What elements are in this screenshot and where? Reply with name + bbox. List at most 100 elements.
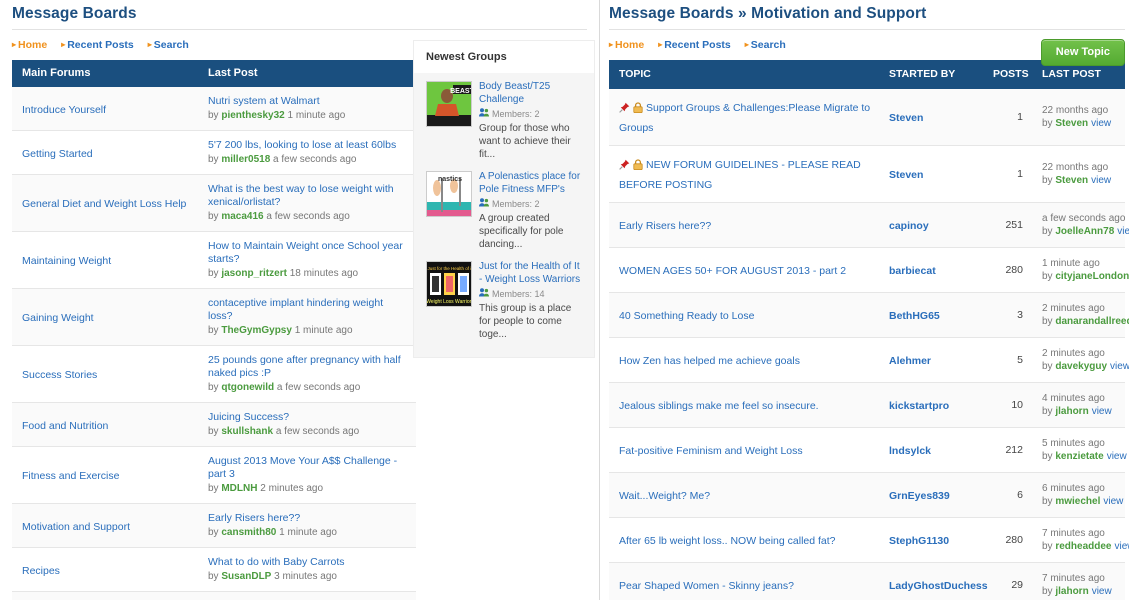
topic-row[interactable]: Wait...Weight? Me? GrnEyes839 6 6 minutes a… — [609, 472, 1125, 518]
topic-starter-link[interactable]: StephG1130 — [889, 535, 949, 547]
last-post-author-link[interactable]: danarandallreed — [1055, 316, 1129, 327]
last-post-title-link[interactable]: How to Maintain Weight once School year … — [208, 240, 406, 266]
last-post-author-link[interactable]: Steven — [1055, 175, 1088, 186]
right-nav-link-search[interactable]: ▸ Search — [745, 39, 786, 51]
forum-row[interactable]: Getting Started 5'7 200 lbs, looking to l… — [12, 130, 416, 175]
view-link[interactable]: view — [1092, 406, 1112, 417]
topic-title-link[interactable]: After 65 lb weight loss.. NOW being call… — [619, 535, 836, 547]
topic-title-link[interactable]: Early Risers here?? — [619, 220, 711, 232]
view-link[interactable]: view — [1092, 586, 1112, 597]
last-post-author-link[interactable]: qtgonewild — [221, 382, 274, 393]
group-title-link[interactable]: Just for the Health of It - Weight Loss … — [479, 261, 584, 286]
forum-row[interactable]: Success Stories 25 pounds gone after preg… — [12, 345, 416, 403]
last-post-title-link[interactable]: Nutri system at Walmart — [208, 95, 406, 108]
last-post-title-link[interactable]: 25 pounds gone after pregnancy with half… — [208, 354, 406, 380]
forum-row[interactable]: Food and Nutrition Juicing Success? by sku… — [12, 402, 416, 447]
forum-link[interactable]: Recipes — [22, 565, 60, 577]
last-post-author-link[interactable]: pienthesky32 — [221, 110, 284, 121]
topic-row[interactable]: 40 Something Ready to Lose BethHG65 3 2 min… — [609, 292, 1129, 338]
forum-row[interactable]: Introduce Yourself Nutri system at Walmar… — [12, 87, 416, 131]
last-post-author-link[interactable]: cityjaneLondon — [1055, 271, 1129, 282]
forum-row[interactable]: Motivation and Support Early Risers here?… — [12, 503, 416, 548]
last-post-author-link[interactable]: TheGymGypsy — [221, 325, 292, 336]
topic-starter-link[interactable]: Alehmer — [889, 355, 931, 367]
forum-row[interactable]: Fitness and Exercise August 2013 Move You… — [12, 446, 416, 504]
forum-row[interactable]: General Diet and Weight Loss Help What is… — [12, 174, 416, 232]
forum-row[interactable]: Chit-Chat, Fun, and GamesAt the risk of … — [12, 591, 416, 600]
topic-title-link[interactable]: Support Groups & Challenges:Please Migra… — [619, 102, 870, 134]
topic-starter-link[interactable]: Steven — [889, 169, 923, 181]
topic-starter-link[interactable]: BethHG65 — [889, 310, 940, 322]
forum-link[interactable]: Food and Nutrition — [22, 420, 108, 432]
last-post-author-link[interactable]: SusanDLP — [221, 571, 271, 582]
forum-link[interactable]: Fitness and Exercise — [22, 470, 119, 482]
view-link[interactable]: view — [1103, 496, 1123, 507]
last-post-author-link[interactable]: Steven — [1055, 118, 1088, 129]
forum-link[interactable]: Gaining Weight — [22, 312, 94, 324]
new-topic-button[interactable]: New Topic — [1040, 39, 1125, 66]
group-list-item[interactable]: nastics A Polenastics place for Pole Fitn… — [414, 167, 594, 257]
topic-title-link[interactable]: Jealous siblings make me feel so insecur… — [619, 400, 819, 412]
topic-row[interactable]: Pear Shaped Women - Skinny jeans? LadyGho… — [609, 562, 1125, 600]
topic-title-link[interactable]: Fat-positive Feminism and Weight Loss — [619, 445, 803, 457]
nav-link-recent-posts[interactable]: ▸ Recent Posts — [61, 39, 134, 51]
forum-link[interactable]: Introduce Yourself — [22, 104, 106, 116]
topic-row[interactable]: WOMEN AGES 50+ FOR AUGUST 2013 - part 2 b… — [609, 247, 1129, 293]
last-post-title-link[interactable]: contaceptive implant hindering weight lo… — [208, 297, 406, 323]
topic-row[interactable]: Early Risers here?? capinoy 251 a few secon… — [609, 202, 1129, 248]
view-link[interactable]: view — [1107, 451, 1127, 462]
last-post-title-link[interactable]: August 2013 Move Your A$$ Challenge - pa… — [208, 455, 406, 481]
last-post-author-link[interactable]: davekyguy — [1055, 361, 1107, 372]
group-list-item[interactable]: Just for the Health of it Weight Loss War… — [414, 257, 594, 347]
topic-row[interactable]: Support Groups & Challenges:Please Migra… — [609, 89, 1125, 146]
view-link[interactable]: view — [1091, 175, 1111, 186]
last-post-title-link[interactable]: Juicing Success? — [208, 411, 406, 424]
group-list-item[interactable]: BEAST Body Beast/T25 Challenge Members: 2 G… — [414, 77, 594, 167]
group-thumbnail-image[interactable]: nastics — [426, 171, 472, 217]
forum-row[interactable]: Gaining Weight contaceptive implant hinde… — [12, 288, 416, 346]
topic-row[interactable]: NEW FORUM GUIDELINES - PLEASE READ BEFOR… — [609, 145, 1125, 203]
nav-link-home[interactable]: ▸ Home — [12, 39, 47, 51]
last-post-author-link[interactable]: JoelleAnn78 — [1055, 226, 1114, 237]
forum-link[interactable]: Getting Started — [22, 148, 93, 160]
forum-link[interactable]: Maintaining Weight — [22, 255, 111, 267]
topic-starter-link[interactable]: barbiecat — [889, 265, 936, 277]
last-post-author-link[interactable]: cansmith80 — [221, 527, 276, 538]
view-link[interactable]: view — [1110, 361, 1129, 372]
last-post-author-link[interactable]: redheaddee — [1055, 541, 1111, 552]
group-thumbnail-image[interactable]: Just for the Health of it Weight Loss War… — [426, 261, 472, 307]
last-post-author-link[interactable]: kenzietate — [1055, 451, 1103, 462]
forum-link[interactable]: Motivation and Support — [22, 521, 130, 533]
topic-title-link[interactable]: NEW FORUM GUIDELINES - PLEASE READ BEFOR… — [619, 159, 861, 191]
topic-title-link[interactable]: 40 Something Ready to Lose — [619, 310, 754, 322]
topic-starter-link[interactable]: GrnEyes839 — [889, 490, 950, 502]
topic-title-link[interactable]: Pear Shaped Women - Skinny jeans? — [619, 580, 794, 592]
last-post-author-link[interactable]: jlahorn — [1055, 586, 1088, 597]
last-post-title-link[interactable]: What is the best way to lose weight with… — [208, 183, 406, 209]
group-title-link[interactable]: Body Beast/T25 Challenge — [479, 81, 584, 106]
topic-starter-link[interactable]: lndsylck — [889, 445, 931, 457]
view-link[interactable]: view — [1117, 226, 1129, 237]
last-post-title-link[interactable]: What to do with Baby Carrots — [208, 556, 406, 569]
topic-starter-link[interactable]: Steven — [889, 112, 923, 124]
last-post-author-link[interactable]: MDLNH — [221, 483, 257, 494]
last-post-author-link[interactable]: maca416 — [221, 211, 263, 222]
last-post-title-link[interactable]: 5'7 200 lbs, looking to lose at least 60… — [208, 139, 406, 152]
topic-title-link[interactable]: WOMEN AGES 50+ FOR AUGUST 2013 - part 2 — [619, 265, 846, 277]
topic-starter-link[interactable]: capinoy — [889, 220, 929, 232]
last-post-author-link[interactable]: skullshank — [221, 426, 273, 437]
nav-link-search[interactable]: ▸ Search — [148, 39, 189, 51]
group-thumbnail-image[interactable]: BEAST — [426, 81, 472, 127]
forum-row[interactable]: Recipes What to do with Baby Carrots by Su… — [12, 547, 416, 592]
last-post-author-link[interactable]: miller0518 — [221, 154, 270, 165]
last-post-author-link[interactable]: mwiechel — [1055, 496, 1100, 507]
last-post-title-link[interactable]: Early Risers here?? — [208, 512, 406, 525]
last-post-author-link[interactable]: jlahorn — [1055, 406, 1088, 417]
forum-link[interactable]: Success Stories — [22, 369, 97, 381]
topic-row[interactable]: Fat-positive Feminism and Weight Loss lnd… — [609, 427, 1127, 473]
topic-starter-link[interactable]: LadyGhostDuchess — [889, 580, 988, 592]
view-link[interactable]: view — [1091, 118, 1111, 129]
last-post-author-link[interactable]: jasonp_ritzert — [221, 268, 287, 279]
topic-title-link[interactable]: How Zen has helped me achieve goals — [619, 355, 800, 367]
right-nav-link-recent-posts[interactable]: ▸ Recent Posts — [658, 39, 731, 51]
